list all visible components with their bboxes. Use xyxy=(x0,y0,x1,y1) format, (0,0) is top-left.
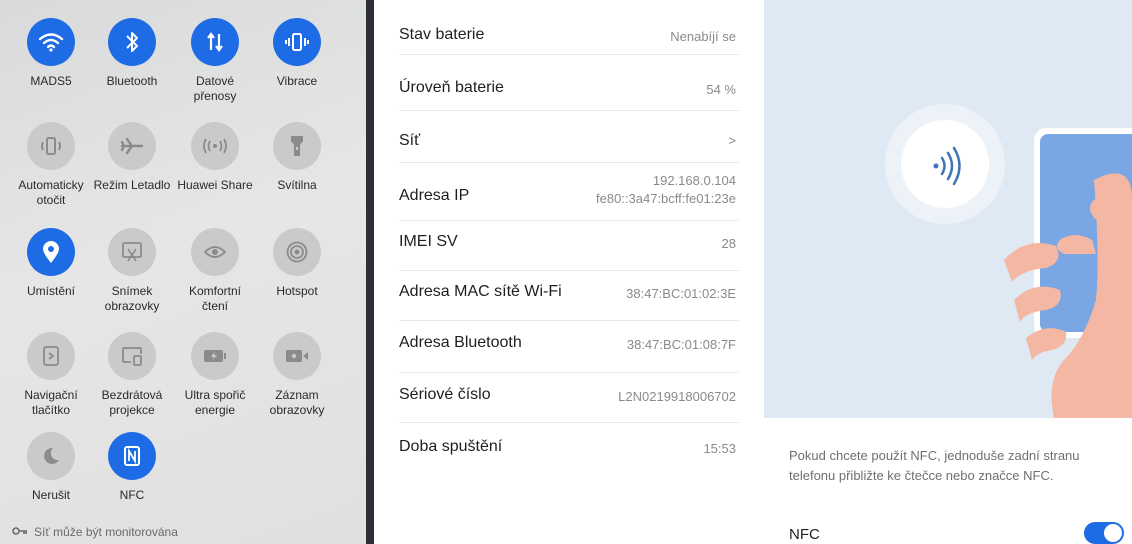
info-key: Úroveň baterie xyxy=(399,79,504,96)
info-row-battery-level: Úroveň baterie 54 % xyxy=(399,54,739,111)
mobile-data-icon xyxy=(191,18,239,66)
flashlight-icon xyxy=(273,122,321,170)
auto-rotate-icon xyxy=(27,122,75,170)
tile-label: Umístění xyxy=(26,284,75,298)
info-value: 15:53 xyxy=(703,441,736,456)
tile-label: Záznam obrazovky xyxy=(269,388,325,417)
info-row-uptime: Doba spuštění 15:53 xyxy=(399,422,739,472)
tile-label: Huawei Share xyxy=(177,178,253,192)
tile-power-saver[interactable]: Ultra spořič energie xyxy=(170,332,260,418)
info-key: Adresa Bluetooth xyxy=(399,334,522,351)
nfc-toggle-label: NFC xyxy=(789,526,820,543)
info-key: Síť xyxy=(399,132,421,149)
tile-label: Hotspot xyxy=(276,284,318,298)
tile-wifi[interactable]: MADS5 xyxy=(6,18,96,89)
info-row-serial-number: Sériové číslo L2N0219918006702 xyxy=(399,372,739,423)
info-key: Doba spuštění xyxy=(399,438,503,455)
quick-settings-panel: MADS5 Bluetooth Datové přenosy Vibrace A… xyxy=(0,0,366,544)
tile-flashlight[interactable]: Svítilna xyxy=(252,122,342,193)
info-key: Sériové číslo xyxy=(399,386,491,403)
info-value: 28 xyxy=(721,236,736,251)
nfc-panel: Pokud chcete použít NFC, jednoduše zadní… xyxy=(764,0,1132,544)
tile-label: NFC xyxy=(119,488,145,502)
screenshot-icon xyxy=(108,228,156,276)
tile-eye-comfort[interactable]: Komfortní čtení xyxy=(170,228,260,314)
network-monitoring-text: Síť může být monitorována xyxy=(34,525,178,539)
info-key: IMEI SV xyxy=(399,233,458,250)
tile-label: Bezdrátová projekce xyxy=(101,388,163,417)
eye-comfort-icon xyxy=(191,228,239,276)
tile-label: Ultra spořič energie xyxy=(184,388,246,417)
wireless-projection-icon xyxy=(108,332,156,380)
toggle-knob xyxy=(1104,524,1122,542)
info-row-imei-sv: IMEI SV 28 xyxy=(399,220,739,271)
tile-wireless-projection[interactable]: Bezdrátová projekce xyxy=(87,332,177,418)
info-row-wifi-mac: Adresa MAC sítě Wi-Fi 38:47:BC:01:02:3E xyxy=(399,270,739,321)
power-saver-icon xyxy=(191,332,239,380)
tile-airplane[interactable]: Režim Letadlo xyxy=(87,122,177,193)
tile-location[interactable]: Umístění xyxy=(6,228,96,299)
tile-label: Automaticky otočit xyxy=(18,178,84,207)
nfc-illustration xyxy=(764,0,1132,418)
navigation-button-icon xyxy=(27,332,75,380)
tile-vibrate[interactable]: Vibrace xyxy=(252,18,342,89)
tile-label: Navigační tlačítko xyxy=(24,388,78,417)
info-row-bluetooth-address: Adresa Bluetooth 38:47:BC:01:08:7F xyxy=(399,320,739,373)
huawei-share-icon xyxy=(191,122,239,170)
info-value: 192.168.0.104 fe80::3a47:bcff:fe01:23e xyxy=(596,173,736,206)
phone-in-hand-illustration xyxy=(1004,128,1132,418)
key-icon xyxy=(12,525,28,539)
info-key: Adresa MAC sítě Wi-Fi xyxy=(399,283,562,300)
tile-mobile-data[interactable]: Datové přenosy xyxy=(170,18,260,104)
info-row-ip-address: Adresa IP 192.168.0.104 fe80::3a47:bcff:… xyxy=(399,162,739,221)
tile-screenshot[interactable]: Snímek obrazovky xyxy=(87,228,177,314)
tile-label: Snímek obrazovky xyxy=(104,284,160,313)
tile-label: Vibrace xyxy=(276,74,318,88)
tile-do-not-disturb[interactable]: Nerušit xyxy=(6,432,96,503)
tile-label: MADS5 xyxy=(30,74,72,88)
info-value: Nenabíjí se xyxy=(670,29,736,44)
tile-hotspot[interactable]: Hotspot xyxy=(252,228,342,299)
info-value: L2N0219918006702 xyxy=(618,389,736,404)
tile-label: Bluetooth xyxy=(106,74,158,88)
device-info-panel: Stav baterie Nenabíjí se Úroveň baterie … xyxy=(374,0,764,544)
nfc-toggle-switch[interactable] xyxy=(1084,522,1124,544)
tile-label: Režim Letadlo xyxy=(93,178,171,192)
network-monitoring-notice: Síť může být monitorována xyxy=(12,525,178,539)
info-value: 38:47:BC:01:02:3E xyxy=(626,286,736,301)
hotspot-icon xyxy=(273,228,321,276)
info-key: Adresa IP xyxy=(399,187,470,204)
info-key: Stav baterie xyxy=(399,26,485,43)
vibrate-icon xyxy=(273,18,321,66)
do-not-disturb-icon xyxy=(27,432,75,480)
tile-huawei-share[interactable]: Huawei Share xyxy=(170,122,260,193)
tile-label: Nerušit xyxy=(31,488,70,502)
info-row-battery-status: Stav baterie Nenabíjí se xyxy=(399,0,739,55)
info-value: 38:47:BC:01:08:7F xyxy=(626,337,736,352)
panel-divider xyxy=(366,0,374,544)
wifi-icon xyxy=(27,18,75,66)
info-row-network[interactable]: Síť > xyxy=(399,110,739,163)
airplane-icon xyxy=(108,122,156,170)
tile-bluetooth[interactable]: Bluetooth xyxy=(87,18,177,89)
tile-screen-record[interactable]: Záznam obrazovky xyxy=(252,332,342,418)
nfc-description: Pokud chcete použít NFC, jednoduše zadní… xyxy=(789,448,1080,483)
tile-label: Svítilna xyxy=(277,178,317,192)
screen-record-icon xyxy=(273,332,321,380)
tile-navigation-button[interactable]: Navigační tlačítko xyxy=(6,332,96,418)
info-value: 54 % xyxy=(706,82,736,97)
tile-label: Komfortní čtení xyxy=(188,284,242,313)
bluetooth-icon xyxy=(108,18,156,66)
tile-label: Datové přenosy xyxy=(193,74,237,103)
tile-nfc[interactable]: NFC xyxy=(87,432,177,503)
nfc-icon xyxy=(108,432,156,480)
location-icon xyxy=(27,228,75,276)
tile-auto-rotate[interactable]: Automaticky otočit xyxy=(6,122,96,208)
chevron-right-icon: > xyxy=(728,133,736,148)
